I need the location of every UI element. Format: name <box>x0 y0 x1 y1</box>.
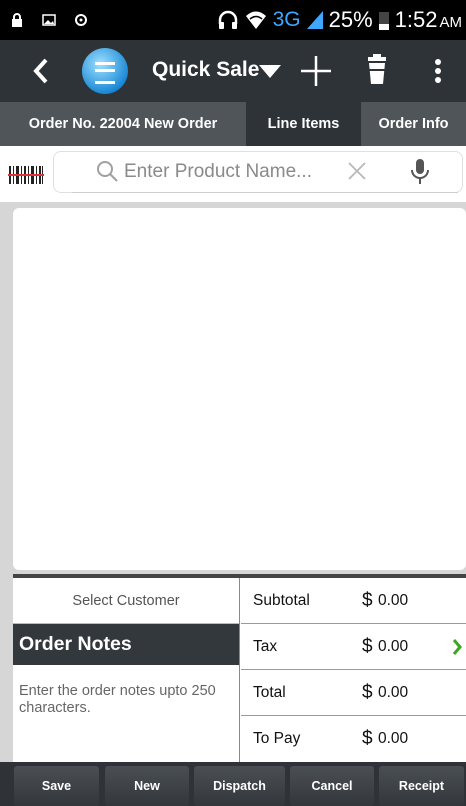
tab-bar: Order No. 22004 New Order Line Items Ord… <box>0 102 466 146</box>
search-icon <box>97 161 118 182</box>
signal-icon <box>306 11 323 29</box>
clear-icon[interactable] <box>346 160 368 182</box>
total-label: Total <box>253 683 286 701</box>
total-row: Total $ 0.00 <box>241 670 466 716</box>
headphones-icon <box>218 10 237 29</box>
tax-row[interactable]: Tax $ 0.00 <box>241 624 466 670</box>
select-customer-button[interactable]: Select Customer <box>13 578 239 624</box>
new-button[interactable]: New <box>105 766 189 806</box>
screen-title[interactable]: Quick Sale <box>152 58 259 82</box>
overflow-menu-icon[interactable] <box>434 58 442 84</box>
save-button[interactable]: Save <box>14 766 99 806</box>
barcode-scanner-icon[interactable] <box>8 165 44 185</box>
status-bar: 3G 25% 1:52 AM <box>0 0 466 40</box>
to-pay-row: To Pay $ 0.00 <box>241 716 466 762</box>
plus-icon[interactable] <box>299 54 333 88</box>
search-underline <box>72 192 458 193</box>
tab-order-number[interactable]: Order No. 22004 New Order <box>0 102 246 146</box>
image-icon <box>42 14 56 26</box>
settings-circle-icon <box>75 14 87 26</box>
total-value: 0.00 <box>378 683 409 701</box>
line-items-list[interactable] <box>13 208 466 570</box>
subtotal-row: Subtotal $ 0.00 <box>241 578 466 624</box>
chevron-right-icon[interactable] <box>452 638 462 655</box>
action-bar: Quick Sale <box>0 40 466 102</box>
battery-icon <box>378 12 389 30</box>
customer-notes-column: Select Customer Order Notes Enter the or… <box>13 578 240 762</box>
clock-time: 1:52 AM <box>394 7 462 32</box>
order-summary: Select Customer Order Notes Enter the or… <box>13 578 466 762</box>
microphone-icon[interactable] <box>410 158 430 186</box>
network-type: 3G <box>272 8 301 31</box>
trash-icon[interactable] <box>366 54 388 86</box>
currency-symbol: $ <box>362 681 373 703</box>
order-notes-title: Order Notes <box>13 624 239 665</box>
lock-icon <box>12 13 22 27</box>
subtotal-label: Subtotal <box>253 591 310 609</box>
tab-line-items[interactable]: Line Items <box>246 102 361 146</box>
tax-value: 0.00 <box>378 637 409 655</box>
tax-label: Tax <box>253 637 278 655</box>
currency-symbol: $ <box>362 728 373 749</box>
dispatch-button[interactable]: Dispatch <box>194 766 285 806</box>
app-logo-icon[interactable] <box>82 48 128 94</box>
receipt-button[interactable]: Receipt <box>379 766 464 806</box>
subtotal-value: 0.00 <box>378 591 409 609</box>
back-arrow-icon[interactable] <box>33 57 49 85</box>
cancel-button[interactable]: Cancel <box>290 766 374 806</box>
tab-order-info[interactable]: Order Info <box>361 102 466 146</box>
product-search-input[interactable] <box>124 158 354 186</box>
order-notes-input[interactable]: Enter the order notes upto 250 character… <box>13 665 239 717</box>
currency-symbol: $ <box>362 635 373 657</box>
currency-symbol: $ <box>362 589 373 611</box>
to-pay-value: 0.00 <box>378 730 409 747</box>
dropdown-caret-icon[interactable] <box>259 65 281 79</box>
battery-percent: 25% <box>328 7 373 32</box>
to-pay-label: To Pay <box>253 730 301 747</box>
product-search-box <box>53 151 463 193</box>
wifi-icon <box>245 11 266 29</box>
